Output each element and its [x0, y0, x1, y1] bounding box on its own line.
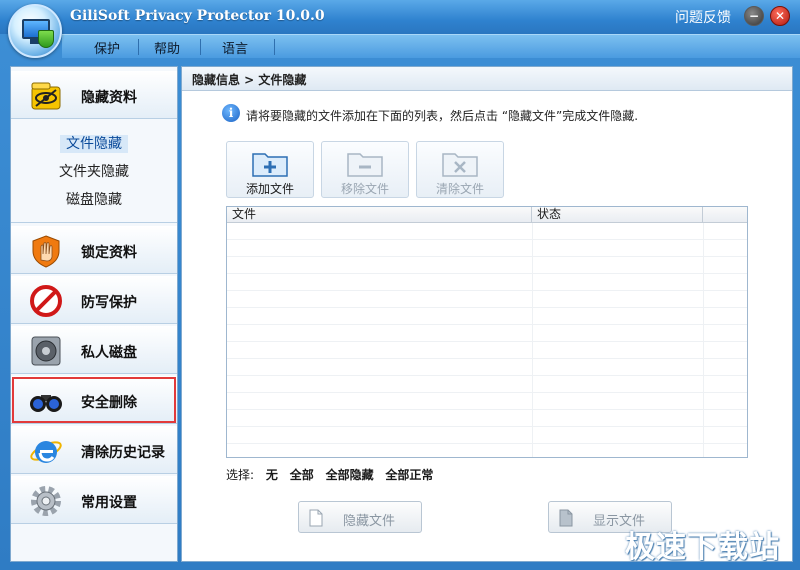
- hide-files-label: 隐藏文件: [342, 514, 395, 529]
- main-panel: 隐藏信息 > 文件隐藏 i 请将要隐藏的文件添加在下面的列表，然后点击 “隐藏文…: [181, 66, 793, 562]
- gear-icon: [31, 486, 61, 516]
- app-title: GiliSoft Privacy Protector 10.0.0: [70, 8, 325, 24]
- sidebar-sub-disk-hide[interactable]: 磁盘隐藏: [11, 189, 177, 211]
- sidebar-item-write-protect[interactable]: 防写保护: [11, 276, 177, 324]
- app-window: GiliSoft Privacy Protector 10.0.0 问题反馈 −…: [0, 0, 800, 570]
- selection-bar: 选择: 无 全部 全部隐藏 全部正常: [226, 466, 441, 483]
- select-all-hidden-link[interactable]: 全部隐藏: [326, 468, 374, 482]
- close-button[interactable]: ✕: [770, 6, 790, 26]
- add-folder-icon: [252, 153, 288, 177]
- sidebar-label-secure-delete: 安全删除: [81, 395, 137, 411]
- binoculars-icon: [30, 395, 62, 412]
- file-list-header: 文件 状态: [227, 207, 747, 223]
- feedback-link[interactable]: 问题反馈: [675, 7, 731, 27]
- column-file[interactable]: 文件: [227, 207, 532, 223]
- sidebar-item-settings[interactable]: 常用设置: [11, 476, 177, 524]
- safe-disk-icon: [31, 336, 61, 366]
- document-icon: [559, 509, 573, 527]
- menu-bar: 保护 帮助 语言: [62, 34, 800, 58]
- sidebar-label-settings: 常用设置: [81, 495, 137, 511]
- sidebar-item-private-disk[interactable]: 私人磁盘: [11, 326, 177, 374]
- info-icon: i: [222, 104, 240, 122]
- sidebar: 隐藏资料 文件隐藏 文件夹隐藏 磁盘隐藏 锁定资料 防写保护 私人磁盘 安全删除…: [10, 66, 178, 562]
- menu-protect[interactable]: 保护: [94, 38, 120, 57]
- remove-file-label: 移除文件: [340, 182, 389, 196]
- sidebar-label-clear-history: 清除历史记录: [81, 445, 165, 461]
- sidebar-item-lock[interactable]: 锁定资料: [11, 226, 177, 274]
- sidebar-item-hide[interactable]: 隐藏资料: [11, 71, 177, 119]
- menu-help[interactable]: 帮助: [154, 38, 180, 57]
- document-icon: [309, 509, 323, 527]
- remove-folder-icon: [347, 153, 383, 177]
- clear-folder-icon: [442, 153, 478, 177]
- minimize-button[interactable]: −: [744, 6, 764, 26]
- sidebar-item-secure-delete[interactable]: 安全删除: [11, 376, 177, 424]
- sidebar-sub-folder-hide[interactable]: 文件夹隐藏: [11, 161, 177, 183]
- app-logo-icon: [8, 4, 62, 58]
- sidebar-label-private-disk: 私人磁盘: [81, 345, 137, 361]
- column-status[interactable]: 状态: [532, 207, 703, 223]
- title-bar: GiliSoft Privacy Protector 10.0.0 问题反馈 −…: [0, 0, 800, 34]
- hide-data-icon: [31, 82, 61, 110]
- sidebar-label-hide: 隐藏资料: [81, 90, 137, 106]
- sidebar-label-lock: 锁定资料: [81, 245, 137, 261]
- add-file-button[interactable]: 添加文件: [226, 141, 314, 198]
- clear-files-label: 清除文件: [435, 182, 484, 196]
- add-file-label: 添加文件: [245, 182, 294, 196]
- select-label: 选择:: [226, 468, 255, 482]
- select-all-normal-link[interactable]: 全部正常: [385, 468, 433, 482]
- watermark: 极速下载站: [625, 530, 780, 565]
- sidebar-label-write-protect: 防写保护: [81, 295, 137, 311]
- menu-language[interactable]: 语言: [222, 38, 248, 57]
- info-text: 请将要隐藏的文件添加在下面的列表，然后点击 “隐藏文件”完成文件隐藏.: [246, 109, 639, 123]
- sidebar-item-clear-history[interactable]: 清除历史记录: [11, 426, 177, 474]
- select-none-link[interactable]: 无: [266, 468, 278, 482]
- sidebar-sub-file-hide[interactable]: 文件隐藏: [11, 133, 177, 155]
- ie-browser-icon: [30, 441, 62, 463]
- file-list[interactable]: 文件 状态: [226, 206, 748, 458]
- no-entry-icon: [30, 285, 62, 317]
- select-all-link[interactable]: 全部: [290, 468, 314, 482]
- lock-shield-icon: [32, 235, 60, 268]
- clear-files-button[interactable]: 清除文件: [416, 141, 504, 198]
- remove-file-button[interactable]: 移除文件: [321, 141, 409, 198]
- hide-files-button[interactable]: 隐藏文件: [298, 501, 422, 533]
- hide-submenu: 文件隐藏 文件夹隐藏 磁盘隐藏: [11, 119, 177, 223]
- breadcrumb: 隐藏信息 > 文件隐藏: [182, 67, 792, 91]
